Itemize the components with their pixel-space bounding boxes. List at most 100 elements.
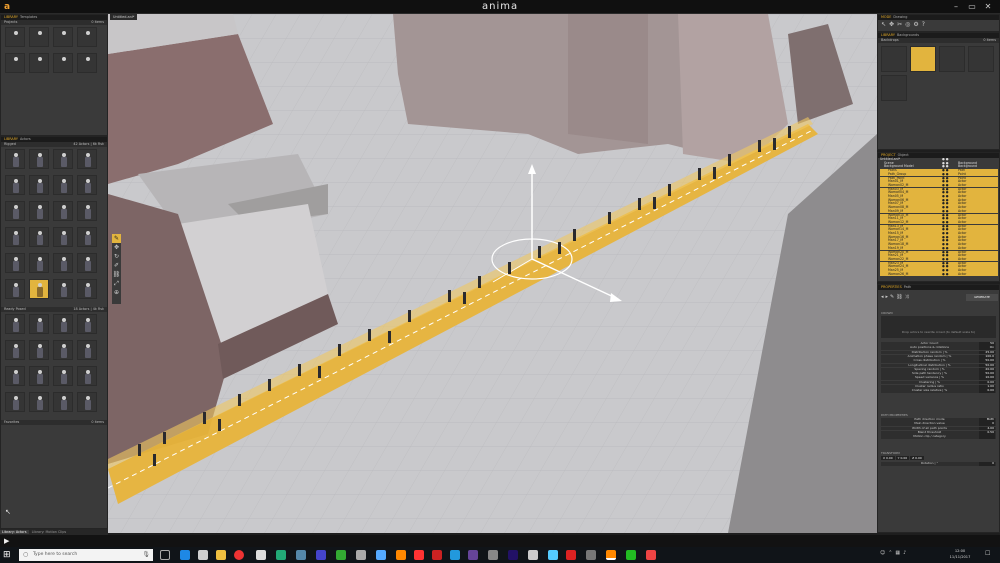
actor-tile[interactable] xyxy=(53,314,73,334)
app-icon-7[interactable] xyxy=(296,550,306,560)
anima-taskbar-icon[interactable] xyxy=(606,550,616,560)
property-row[interactable]: Cross distribution | % 50.00 xyxy=(881,359,996,363)
property-row[interactable]: Clustering | % 0.00 xyxy=(881,380,996,385)
volume-icon[interactable]: ♪ xyxy=(903,550,909,556)
store-icon[interactable] xyxy=(198,550,208,560)
property-value-field[interactable]: 50.00 xyxy=(979,363,995,368)
property-row[interactable]: Cluster radius ratio 1.00 xyxy=(881,385,996,389)
property-value-field[interactable]: 0.00 xyxy=(979,380,995,385)
actor-tile[interactable] xyxy=(29,340,49,360)
app-icon-21[interactable] xyxy=(566,550,576,560)
cut-tool-icon[interactable]: ✂ xyxy=(897,21,905,28)
link-tool-icon[interactable]: ⛓ xyxy=(112,270,121,279)
snap-tool-icon[interactable]: ⊕ xyxy=(112,288,121,297)
actor-tile[interactable] xyxy=(5,201,25,221)
actor-tile[interactable] xyxy=(53,227,73,247)
property-value-field[interactable]: 20.00 xyxy=(979,367,995,372)
actor-tile[interactable] xyxy=(53,366,73,386)
app-icon-8[interactable] xyxy=(316,550,326,560)
task-view-icon[interactable] xyxy=(160,550,170,560)
3d-viewport[interactable]: Untitled.ani* ✎ ✥ ↻ ✐ ⛓ ⤢ ⊕ xyxy=(108,14,877,533)
actor-tile[interactable] xyxy=(29,314,49,334)
app-icon-24[interactable] xyxy=(626,550,636,560)
actor-tile[interactable] xyxy=(5,279,25,299)
actor-tile[interactable] xyxy=(77,149,97,169)
property-value-field[interactable]: On xyxy=(979,346,995,351)
template-tile[interactable] xyxy=(77,53,97,73)
property-row[interactable]: Side path tendency | % 50.00 xyxy=(881,372,996,376)
actor-tile[interactable] xyxy=(5,149,25,169)
scale-tool-icon[interactable]: ⤢ xyxy=(112,279,121,288)
property-row[interactable]: Actor Count 50 xyxy=(881,342,996,346)
app-icon-20[interactable] xyxy=(548,550,558,560)
network-icon[interactable]: ▦ xyxy=(895,550,903,556)
background-tile[interactable] xyxy=(881,46,907,72)
property-value-field[interactable]: 100.0 xyxy=(979,354,995,359)
draw-path-tool-icon[interactable]: ✎ xyxy=(112,234,121,243)
property-value-field[interactable]: 50.00 xyxy=(979,359,995,363)
after-effects-icon[interactable] xyxy=(468,550,478,560)
actor-tile[interactable] xyxy=(5,314,25,334)
generate-button[interactable]: GENERATE xyxy=(966,294,998,301)
actor-tile[interactable] xyxy=(77,175,97,195)
viewport-tab[interactable]: Untitled.ani* xyxy=(110,14,138,20)
template-tile[interactable] xyxy=(29,53,49,73)
favorites-section-header[interactable]: Favorites 0 items xyxy=(1,420,107,425)
edge-browser-icon[interactable] xyxy=(180,550,190,560)
clock[interactable]: 12:00 11/11/2017 xyxy=(940,548,980,562)
rotate-tool-icon[interactable]: ↻ xyxy=(112,252,121,261)
move-tool-icon[interactable]: ✥ xyxy=(112,243,121,252)
app-icon-5[interactable] xyxy=(256,550,266,560)
template-tile[interactable] xyxy=(53,27,73,47)
property-value-field[interactable]: 0.50 xyxy=(979,430,995,435)
property-value-field[interactable]: 50 xyxy=(979,342,995,346)
actor-tile[interactable] xyxy=(29,253,49,273)
actor-tile[interactable] xyxy=(77,253,97,273)
app-icon-25[interactable] xyxy=(646,550,656,560)
tab-library-actors[interactable]: Library: Actors xyxy=(0,530,29,534)
actor-tile[interactable] xyxy=(29,392,49,412)
app-icon-19[interactable] xyxy=(528,550,538,560)
property-value-field[interactable]: 4.00 xyxy=(979,426,995,431)
actor-tile[interactable] xyxy=(77,366,97,386)
settings-tool-icon[interactable]: ⚙ xyxy=(913,21,921,28)
actor-tile[interactable] xyxy=(77,392,97,412)
actor-tile[interactable] xyxy=(5,227,25,247)
mode-toolbar[interactable]: ↖✥✂◎⚙? xyxy=(878,20,999,30)
property-row[interactable]: Main direction value 0 xyxy=(881,422,996,427)
app-icon-10[interactable] xyxy=(356,550,366,560)
system-tray[interactable]: ☺⌃▦♪ xyxy=(880,550,940,560)
actor-tile[interactable] xyxy=(77,340,97,360)
properties-toolbar[interactable]: ◂▸✎⛓⤨ xyxy=(881,294,961,302)
template-tile[interactable] xyxy=(53,53,73,73)
link-icon[interactable]: ⛓ xyxy=(896,294,904,300)
minimize-icon[interactable]: – xyxy=(950,2,962,12)
actor-tile[interactable] xyxy=(53,392,73,412)
shuffle-icon[interactable]: ⤨ xyxy=(905,294,911,300)
property-row[interactable]: Cluster size relative | % 0.00 xyxy=(881,389,996,394)
actor-tile[interactable] xyxy=(5,175,25,195)
template-tile[interactable] xyxy=(77,27,97,47)
property-value-field[interactable]: 10.00 xyxy=(979,376,995,381)
background-tile[interactable] xyxy=(881,75,907,101)
app-icon-17[interactable] xyxy=(488,550,498,560)
actor-tile[interactable] xyxy=(77,314,97,334)
transform-z-field[interactable]: Z 0.00 xyxy=(910,456,924,460)
select-tool-icon[interactable]: ↖ xyxy=(881,21,889,28)
taskbar-search-box[interactable]: ○ Type here to search 🎙 xyxy=(19,549,153,561)
property-row[interactable]: Blend threshold 0.50 xyxy=(881,430,996,435)
notifications-icon[interactable]: ☐ xyxy=(985,550,995,560)
actor-tile[interactable] xyxy=(29,201,49,221)
maximize-icon[interactable]: ▭ xyxy=(966,2,978,12)
property-value-field[interactable]: 0.00 xyxy=(979,389,995,394)
visibility-icon[interactable]: ● ● xyxy=(942,272,949,277)
actor-tile[interactable] xyxy=(77,227,97,247)
property-row[interactable]: Animation phase random | % 100.0 xyxy=(881,354,996,359)
chrome-icon[interactable] xyxy=(234,550,244,560)
help-tool-icon[interactable]: ? xyxy=(922,21,928,28)
property-row[interactable]: Speed variance | % 10.00 xyxy=(881,376,996,381)
close-icon[interactable]: ✕ xyxy=(982,2,994,12)
actor-tile[interactable] xyxy=(53,149,73,169)
actor-tile[interactable] xyxy=(5,340,25,360)
actor-tile[interactable] xyxy=(5,366,25,386)
